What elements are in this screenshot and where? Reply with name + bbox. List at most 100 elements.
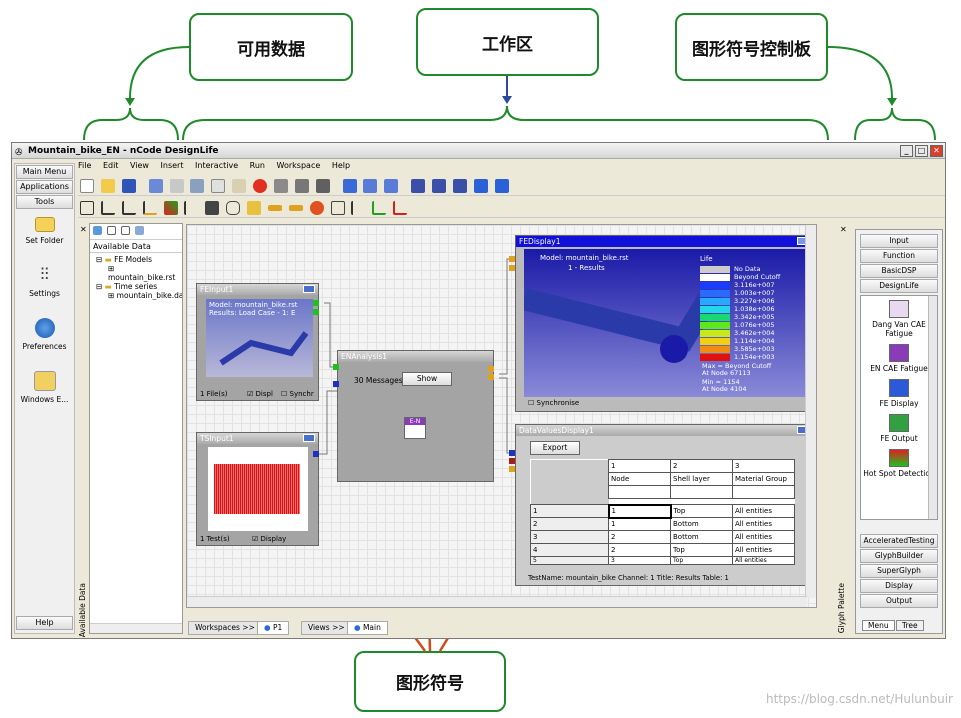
- save-icon[interactable]: [121, 179, 136, 193]
- main-menu-button[interactable]: Main Menu: [16, 165, 73, 179]
- paste-icon[interactable]: [232, 179, 247, 193]
- run-icon[interactable]: [342, 179, 357, 193]
- menu-help[interactable]: Help: [332, 161, 350, 170]
- node-icon[interactable]: [184, 201, 198, 215]
- arrow-right-icon[interactable]: [288, 205, 303, 211]
- cut-icon[interactable]: [190, 179, 205, 193]
- axes-icon[interactable]: [100, 201, 115, 215]
- menu-file[interactable]: File: [78, 161, 91, 170]
- ts-input-display-checkbox[interactable]: ☑ Display: [252, 535, 286, 543]
- table-row[interactable]: 5 3 Top All entities: [530, 556, 795, 565]
- p1-tab[interactable]: ● P1: [257, 621, 290, 635]
- maximize-button[interactable]: □: [915, 145, 928, 157]
- help-button[interactable]: Help: [16, 616, 73, 630]
- input-port[interactable]: [509, 466, 515, 472]
- set-folder-item[interactable]: Set Folder: [15, 217, 74, 245]
- fit-icon[interactable]: [80, 201, 94, 215]
- palette-category-display[interactable]: Display: [860, 579, 938, 593]
- pointer-icon[interactable]: [351, 201, 365, 215]
- available-data-hscroll[interactable]: [90, 623, 182, 633]
- arrow-left-icon[interactable]: [267, 205, 282, 211]
- sum-icon[interactable]: [247, 201, 261, 215]
- fe-input-display-checkbox[interactable]: ☑ Displ: [247, 390, 273, 398]
- copy-icon[interactable]: [211, 179, 226, 193]
- table-row[interactable]: 4 2 Top All entities: [530, 543, 795, 557]
- input-port[interactable]: [509, 450, 515, 456]
- axes-yellow-icon[interactable]: [142, 201, 157, 215]
- tree-item-dac[interactable]: ⊞ mountain_bike.dac: [90, 291, 182, 300]
- glyph-settings-icon[interactable]: [273, 179, 288, 193]
- green-axes-icon[interactable]: [372, 201, 387, 215]
- run-fast-icon[interactable]: [384, 179, 399, 193]
- settings-item[interactable]: ⫶⫶ Settings: [15, 265, 74, 298]
- minimize-button[interactable]: _: [900, 145, 913, 157]
- palette-category-glyphbuilder[interactable]: GlyphBuilder: [860, 549, 938, 563]
- shield-icon[interactable]: [315, 179, 330, 193]
- input-port[interactable]: [509, 458, 515, 464]
- preferences-item[interactable]: Preferences: [15, 318, 74, 351]
- glyph-ts-input[interactable]: TSInput1 1 Test(s) ☑ Display: [196, 432, 319, 546]
- stop-icon[interactable]: [432, 179, 446, 193]
- delete-icon[interactable]: [253, 179, 267, 193]
- workspace-hscroll[interactable]: [187, 596, 807, 607]
- output-port[interactable]: [313, 300, 319, 306]
- glyph-fe-display[interactable]: FEDisplay1 Model: mountain_bike.rst 1 - …: [515, 235, 813, 412]
- applications-button[interactable]: Applications: [16, 180, 73, 194]
- play-icon[interactable]: [473, 179, 488, 193]
- glyph-en-analysis[interactable]: ENAnalysis1 30 Messages Show E-N: [337, 350, 494, 482]
- palette-category-designlife[interactable]: DesignLife: [860, 279, 938, 293]
- tree-item-time-series[interactable]: ⊟ ▬ Time series: [90, 282, 182, 291]
- building-icon[interactable]: [205, 201, 220, 215]
- palette-item-dang-van[interactable]: Dang Van CAE Fatigue: [861, 300, 937, 338]
- palette-category-superglyph[interactable]: SuperGlyph: [860, 564, 938, 578]
- windows-explorer-item[interactable]: Windows E...: [15, 371, 74, 404]
- glyph-expand-icon[interactable]: [303, 434, 315, 442]
- palette-category-output[interactable]: Output: [860, 594, 938, 608]
- collapse-icon[interactable]: [106, 226, 116, 235]
- table-row[interactable]: 2 1 Bottom All entities: [530, 517, 795, 531]
- red-axes-icon[interactable]: [393, 201, 408, 215]
- menu-view[interactable]: View: [130, 161, 149, 170]
- input-port[interactable]: [509, 265, 515, 271]
- menu-edit[interactable]: Edit: [103, 161, 119, 170]
- input-port[interactable]: [333, 381, 339, 387]
- burst-icon[interactable]: [309, 201, 324, 215]
- tools-button[interactable]: Tools: [16, 195, 73, 209]
- menu-run[interactable]: Run: [250, 161, 265, 170]
- panel-close-icon[interactable]: ✕: [80, 225, 87, 234]
- undo-icon[interactable]: [148, 179, 163, 193]
- close-button[interactable]: ✕: [930, 145, 943, 157]
- table-row[interactable]: 3 2 Bottom All entities: [530, 530, 795, 544]
- input-port[interactable]: [509, 256, 515, 262]
- hand-icon[interactable]: [226, 201, 241, 215]
- en-show-button[interactable]: Show: [402, 372, 452, 386]
- output-port[interactable]: [488, 366, 494, 372]
- workspaces-tab[interactable]: Workspaces >>: [188, 621, 262, 635]
- views-tab[interactable]: Views >>: [301, 621, 352, 635]
- copy-data-icon[interactable]: [134, 226, 144, 235]
- refresh-icon[interactable]: [93, 226, 102, 235]
- palette-tab-menu[interactable]: Menu: [862, 620, 895, 631]
- input-port[interactable]: [333, 364, 339, 370]
- palette-category-basicdsp[interactable]: BasicDSP: [860, 264, 938, 278]
- output-port[interactable]: [313, 451, 319, 457]
- output-port[interactable]: [313, 309, 319, 315]
- table-row[interactable]: 1 1 Top All entities: [530, 503, 795, 519]
- tree-item-rst[interactable]: ⊞ mountain_bike.rst: [90, 264, 182, 282]
- palette-tab-tree[interactable]: Tree: [896, 620, 924, 631]
- palette-item-hot-spot[interactable]: Hot Spot Detection: [861, 449, 937, 478]
- palette-category-function[interactable]: Function: [860, 249, 938, 263]
- palette-category-accelerated[interactable]: AcceleratedTesting: [860, 534, 938, 548]
- palette-vscroll[interactable]: [928, 296, 937, 519]
- export-button[interactable]: Export: [530, 441, 580, 455]
- rewind-icon[interactable]: [411, 179, 426, 193]
- workspace-vscroll[interactable]: [805, 225, 816, 598]
- glyph-fe-input[interactable]: FEInput1 Model: mountain_bike.rst Result…: [196, 283, 319, 401]
- menu-insert[interactable]: Insert: [161, 161, 184, 170]
- palette-category-input[interactable]: Input: [860, 234, 938, 248]
- redo-icon[interactable]: [169, 179, 184, 193]
- tree-item-fe-models[interactable]: ⊟ ▬ FE Models: [90, 255, 182, 264]
- run-step-icon[interactable]: [363, 179, 378, 193]
- fe-display-sync-checkbox[interactable]: ☐ Synchronise: [528, 399, 579, 407]
- workspace-canvas[interactable]: FEInput1 Model: mountain_bike.rst Result…: [186, 224, 817, 608]
